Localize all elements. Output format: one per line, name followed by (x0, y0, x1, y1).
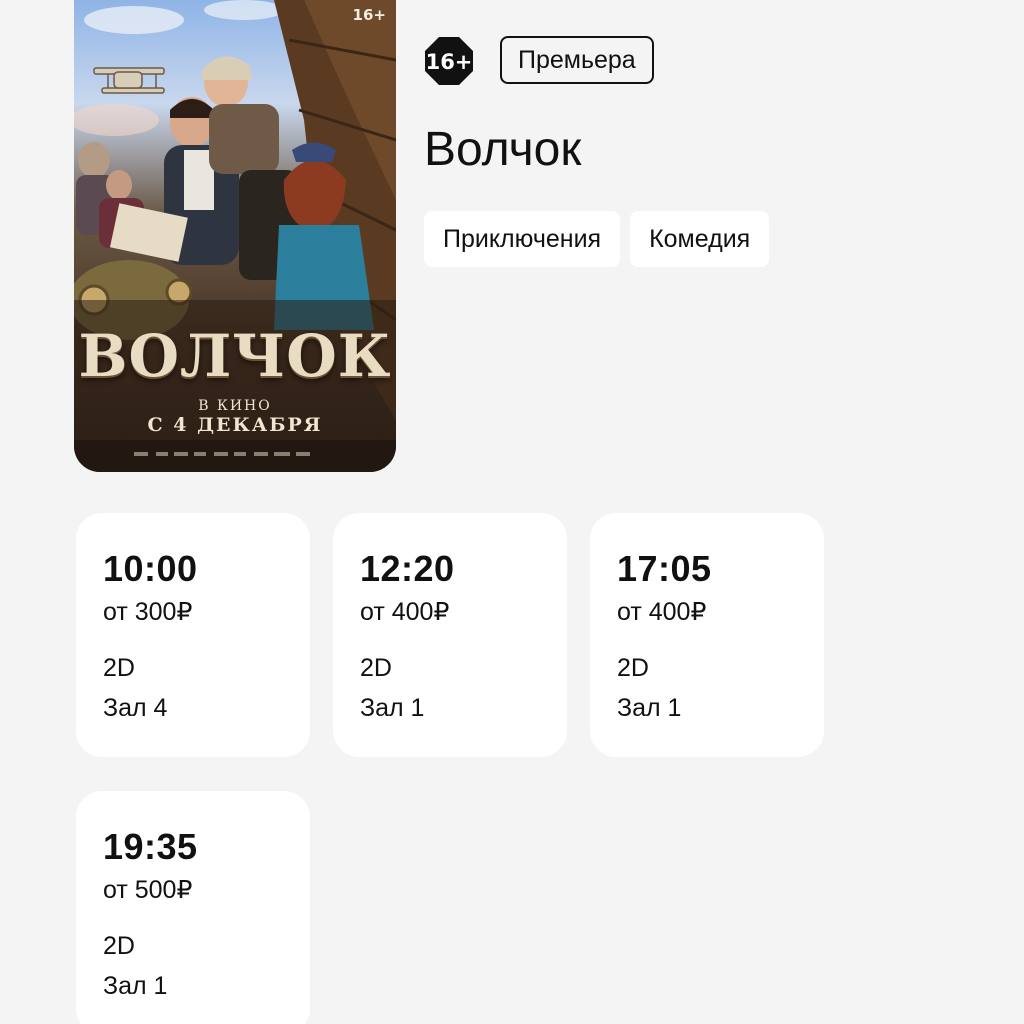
poster-subtitle-line2: С 4 ДЕКАБРЯ (147, 414, 323, 436)
movie-poster[interactable]: 16+ ВОЛЧОК В КИНО С 4 ДЕКАБРЯ (74, 0, 396, 472)
session-card[interactable]: 19:35 от 500₽ 2D Зал 1 (76, 791, 310, 1024)
genre-list: Приключения Комедия (424, 211, 770, 267)
premiere-badge: Премьера (500, 36, 654, 84)
genre-tag-comedy[interactable]: Комедия (630, 211, 770, 267)
genre-tag-adventure[interactable]: Приключения (424, 211, 621, 267)
poster-title-text: ВОЛЧОК (78, 322, 392, 390)
session-card[interactable]: 17:05 от 400₽ 2D Зал 1 (590, 513, 824, 757)
age-rating-octagon-icon: 16+ (425, 37, 473, 85)
session-hall: Зал 1 (360, 694, 425, 722)
session-price: от 300₽ (103, 598, 193, 626)
session-format: 2D (103, 654, 135, 682)
session-format: 2D (360, 654, 392, 682)
session-hall: Зал 4 (103, 694, 168, 722)
session-time: 19:35 (103, 826, 198, 867)
poster-rating-text: 16+ (352, 6, 386, 24)
session-hall: Зал 1 (617, 694, 682, 722)
movie-title: Волчок (424, 123, 582, 176)
session-price: от 400₽ (617, 598, 707, 626)
session-format: 2D (103, 932, 135, 960)
session-hall: Зал 1 (103, 972, 168, 1000)
age-rating-badge: 16+ (424, 36, 474, 86)
age-rating-text: 16+ (426, 50, 473, 74)
session-time: 17:05 (617, 548, 712, 589)
session-price: от 400₽ (360, 598, 450, 626)
session-card[interactable]: 12:20 от 400₽ 2D Зал 1 (333, 513, 567, 757)
session-time: 10:00 (103, 548, 198, 589)
movie-page: 16+ ВОЛЧОК В КИНО С 4 ДЕКАБРЯ 16+ Премье… (0, 0, 1024, 1024)
session-price: от 500₽ (103, 876, 193, 904)
session-card[interactable]: 10:00 от 300₽ 2D Зал 4 (76, 513, 310, 757)
session-time: 12:20 (360, 548, 455, 589)
poster-subtitle-line1: В КИНО (198, 398, 272, 414)
session-format: 2D (617, 654, 649, 682)
